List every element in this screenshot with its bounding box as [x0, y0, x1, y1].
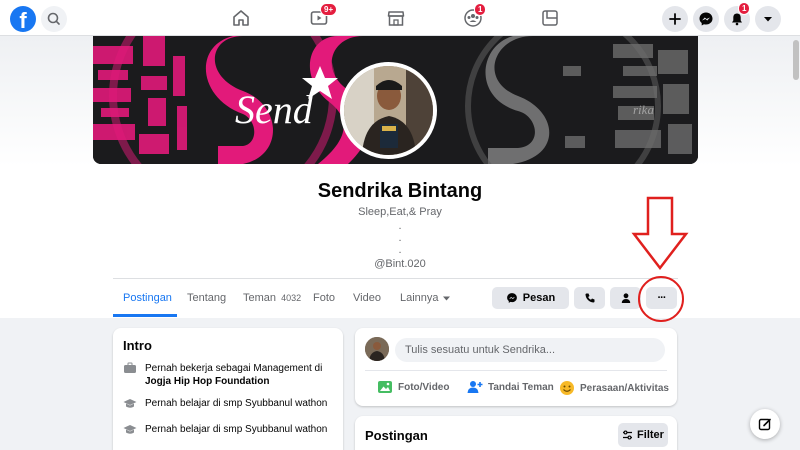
call-button[interactable] — [574, 287, 605, 309]
profile-picture[interactable] — [340, 62, 437, 159]
annotation-arrow-icon — [631, 196, 689, 271]
tab-lainnya[interactable]: Lainnya — [400, 292, 451, 304]
message-button-label: Pesan — [522, 292, 556, 304]
messenger-icon — [506, 293, 517, 303]
friends-count: 4032 — [281, 293, 302, 303]
scrollbar-thumb[interactable] — [793, 40, 799, 80]
active-tab-indicator — [113, 314, 177, 317]
composer-input[interactable]: Tulis sesuatu untuk Sendrika... — [395, 338, 665, 362]
briefcase-icon — [124, 362, 136, 373]
tag-friends-label: Tandai Teman — [488, 381, 554, 393]
graduation-cap-icon — [123, 425, 137, 434]
composer-avatar[interactable] — [365, 337, 389, 361]
gaming-tab[interactable] — [537, 6, 563, 30]
tab-foto[interactable]: Foto — [313, 292, 335, 304]
marketplace-icon — [387, 11, 405, 26]
create-button[interactable] — [662, 6, 688, 32]
smiley-icon — [560, 381, 574, 395]
tag-friends-icon — [467, 381, 483, 393]
tag-friends-button[interactable]: Tandai Teman — [467, 380, 554, 394]
photo-icon — [378, 381, 392, 393]
phone-icon — [585, 293, 594, 303]
cover-signature-text: Send — [235, 87, 313, 132]
tab-tentang[interactable]: Tentang — [187, 292, 226, 304]
graduation-cap-icon — [123, 399, 137, 408]
intro-work-text: Pernah bekerja sebagai Management di — [145, 363, 323, 374]
filter-button[interactable]: Filter — [618, 423, 668, 447]
messenger-button[interactable] — [693, 6, 719, 32]
messenger-icon — [699, 12, 713, 26]
watch-tab[interactable]: 9+ — [306, 3, 338, 30]
filter-label: Filter — [637, 429, 664, 441]
post-composer-card: Tulis sesuatu untuk Sendrika... Foto/Vid… — [355, 328, 677, 406]
top-navigation-bar: f 9+ 1 1 — [0, 0, 800, 36]
watch-badge: 9+ — [320, 3, 338, 16]
tab-teman-label: Teman — [243, 292, 277, 304]
groups-badge: 1 — [474, 3, 487, 16]
profile-photo — [344, 66, 433, 155]
compose-icon — [758, 418, 771, 431]
intro-education-text: Pernah belajar di smp Syubbanul wathon — [145, 424, 328, 435]
composer-divider — [365, 370, 667, 371]
plus-icon — [669, 13, 681, 25]
tab-postingan[interactable]: Postingan — [123, 292, 172, 304]
tab-teman[interactable]: Teman 4032 — [243, 292, 301, 304]
filter-icon — [623, 430, 633, 440]
message-button[interactable]: Pesan — [492, 287, 569, 309]
facebook-logo[interactable]: f — [10, 6, 36, 32]
posts-title: Postingan — [365, 428, 428, 443]
caret-down-icon — [764, 17, 772, 22]
notifications-button[interactable]: 1 — [724, 2, 751, 32]
intro-card: Intro Pernah bekerja sebagai Management … — [113, 328, 343, 450]
svg-text:rika: rika — [633, 102, 654, 117]
intro-education-text: Pernah belajar di smp Syubbanul wathon — [145, 398, 328, 409]
intro-education-row: Pernah belajar di smp Syubbanul wathon — [123, 398, 327, 410]
photo-video-label: Foto/Video — [398, 381, 450, 393]
search-icon — [47, 12, 60, 25]
feeling-activity-label: Perasaan/Aktivitas — [580, 382, 669, 394]
search-button[interactable] — [41, 6, 67, 32]
annotation-circle — [638, 276, 684, 322]
home-tab[interactable] — [228, 6, 254, 30]
avatar-photo — [365, 337, 389, 361]
intro-title: Intro — [123, 338, 152, 353]
intro-education-row: Pernah belajar di smp Syubbanul wathon — [123, 424, 327, 436]
photo-video-button[interactable]: Foto/Video — [377, 380, 449, 394]
feeling-activity-button[interactable]: Perasaan/Aktivitas — [559, 380, 669, 396]
marketplace-tab[interactable] — [383, 6, 409, 30]
tabs-divider — [113, 278, 678, 279]
tab-video[interactable]: Video — [353, 292, 381, 304]
notifications-badge: 1 — [738, 2, 751, 15]
person-icon — [621, 293, 630, 303]
gaming-icon — [542, 10, 558, 26]
new-message-button[interactable] — [750, 409, 780, 439]
caret-down-icon — [442, 296, 450, 300]
posts-card: Postingan Filter — [355, 416, 677, 450]
groups-tab[interactable]: 1 — [460, 3, 487, 30]
intro-work-row: Pernah bekerja sebagai Management di Jog… — [123, 362, 322, 388]
tab-lainnya-label: Lainnya — [400, 292, 439, 304]
account-menu-button[interactable] — [755, 6, 781, 32]
home-icon — [233, 10, 249, 26]
friend-status-button[interactable] — [610, 287, 641, 309]
intro-work-place[interactable]: Jogja Hip Hop Foundation — [145, 376, 269, 387]
